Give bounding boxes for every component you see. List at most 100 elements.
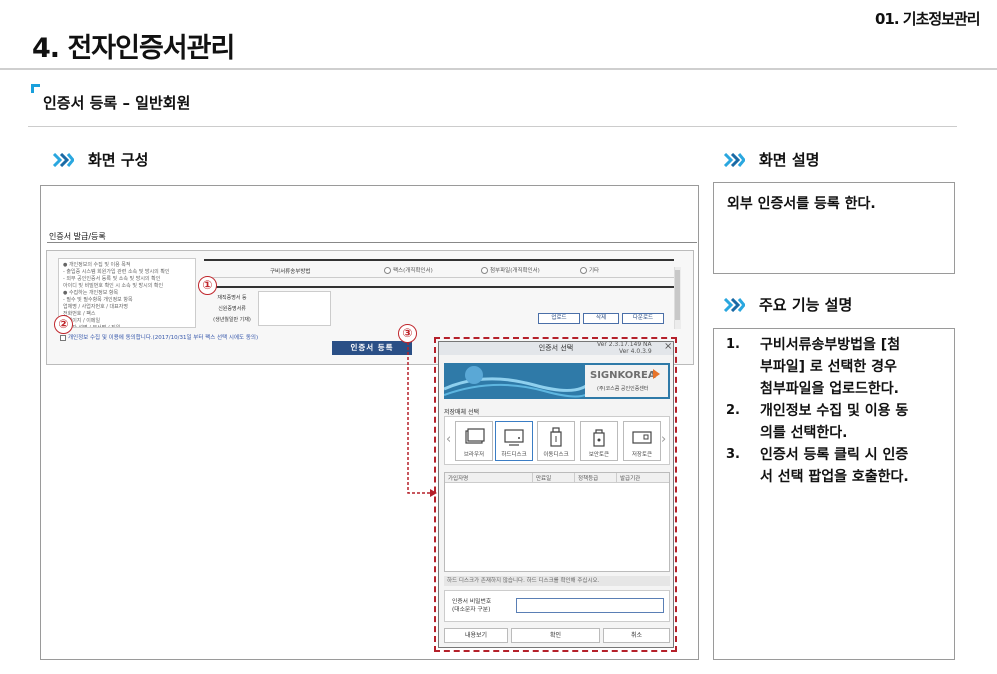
media-security-token-label: 보안토큰 xyxy=(588,452,610,458)
col-policy: 정책등급 xyxy=(578,476,599,482)
func-item-number: 3. xyxy=(726,447,740,462)
password-label: 인증서 비밀번호 (대소문자 구분) xyxy=(452,598,491,614)
consent-line: - 외부 공인인증서 등록 및 소속 및 방시의 확인 xyxy=(63,276,161,282)
callout-badge-1: ① xyxy=(198,276,217,295)
brand-subtitle: (주)코스콤 공인인증센터 xyxy=(597,386,649,392)
delete-button[interactable]: 삭제 xyxy=(583,313,619,324)
send-method-label: 구비서류송부방법 xyxy=(270,269,311,275)
screen-desc-text: 외부 인증서를 등록 한다. xyxy=(727,196,876,212)
media-usb[interactable]: 이동디스크 xyxy=(537,421,575,461)
consent-line: 아이디 및 비밀번호 확인 시 소속 및 방시의 확인 xyxy=(63,283,164,289)
func-3-line-2: 서 선택 팝업을 호출한다. xyxy=(760,469,909,485)
mock-divider xyxy=(47,242,697,243)
radio-fax-label: 팩스(개직확인서) xyxy=(393,268,433,274)
form-mid-rule xyxy=(204,286,674,288)
radio-other-label: 기타 xyxy=(589,268,600,274)
cancel-button[interactable]: 취소 xyxy=(603,628,670,643)
col-divider xyxy=(616,473,617,483)
media-hard-disk[interactable]: 하드디스크 xyxy=(495,421,533,461)
consent-line: 전화번호 / 팩스 xyxy=(63,311,96,317)
upload-doc-label-2: 신원증명서류 xyxy=(218,306,246,312)
radio-other[interactable]: 기타 xyxy=(580,266,599,274)
chevron-right-icon[interactable]: › xyxy=(661,432,666,447)
consent-textbox[interactable]: ● 개인정보의 수집 및 이용 목적 - 출입증 시스템 회원가입 관련 소속 … xyxy=(58,258,196,328)
popup-version-1: Ver 2.3.17.149 NA xyxy=(597,341,652,348)
func-3-line-1: 인증서 등록 클릭 시 인증 xyxy=(760,447,909,463)
consent-line: - 출입증 시스템 회원가입 관련 소속 및 방시의 확인 xyxy=(63,269,170,275)
form-row-rule xyxy=(204,277,674,278)
brand-arrow-icon xyxy=(653,369,660,379)
screen-desc-heading: 화면 설명 xyxy=(723,149,819,170)
page-title: 4. 전자인증서관리 xyxy=(32,33,235,64)
signkorea-logo: SIGNKOREA xyxy=(590,370,656,381)
func-2-line-2: 의를 선택한다. xyxy=(760,425,848,441)
consent-checkbox[interactable] xyxy=(60,334,66,341)
radio-other-button[interactable] xyxy=(580,267,587,274)
media-browser[interactable]: 브라우저 xyxy=(455,421,493,461)
col-expiry: 만료일 xyxy=(536,476,552,482)
func-1-line-1: 구비서류송부방법을 [첨 xyxy=(760,337,901,353)
callout-badge-2: ② xyxy=(54,315,73,334)
col-subscriber: 가입자명 xyxy=(448,476,469,482)
cert-table-header: 가입자명 만료일 정책등급 발급기관 xyxy=(445,473,669,483)
consent-line: 업체명 / 사업자번호 / 대표자명 xyxy=(63,304,128,310)
storage-token-icon xyxy=(632,431,652,444)
consent-checkbox-row[interactable]: 개인정보 수집 및 이용에 동의합니다.(2017/10/31일 부터 팩스 선… xyxy=(60,333,258,341)
func-item-text: 구비서류송부방법을 [첨 부파일] 로 선택한 경우 첨부파일을 업로드한다. xyxy=(760,334,900,400)
consent-checkbox-label: 개인정보 수집 및 이용에 동의합니다.(2017/10/31일 부터 팩스 선… xyxy=(68,335,259,341)
password-label-1: 인증서 비밀번호 xyxy=(452,599,492,605)
consent-line: - 필수 및 필수항목 개인정보 항목 xyxy=(63,297,133,303)
consent-line: ● 수집하는 개인정보 항목 xyxy=(63,290,119,296)
upload-button[interactable]: 업로드 xyxy=(538,313,580,324)
func-desc-heading-text: 주요 기능 설명 xyxy=(759,296,853,314)
func-1-line-2: 부파일] 로 선택한 경우 xyxy=(760,359,897,375)
double-chevron-icon xyxy=(723,152,745,167)
screen-layout-heading-text: 화면 구성 xyxy=(88,151,149,169)
cert-list-table[interactable] xyxy=(444,472,670,572)
form-top-rule xyxy=(204,259,674,261)
consent-line: ● 개인정보의 수집 및 이용 목적 xyxy=(63,262,131,268)
upload-doc-label: 재직증명서 등 신원증명서류 (생년월일만 기재) xyxy=(207,293,257,326)
usb-icon xyxy=(550,427,562,447)
chapter-label: 01. 기초정보관리 xyxy=(875,10,981,28)
media-hard-disk-label: 하드디스크 xyxy=(501,452,527,458)
chevron-left-icon[interactable]: ‹ xyxy=(446,432,451,447)
form-scroll-thumb[interactable] xyxy=(675,270,680,320)
download-button[interactable]: 다운로드 xyxy=(622,313,664,324)
col-issuer: 발급기관 xyxy=(620,476,641,482)
func-1-line-3: 첨부파일을 업로드한다. xyxy=(760,381,899,397)
close-icon[interactable]: × xyxy=(664,341,672,352)
func-item: 2. 개인정보 수집 및 이용 동 의를 선택한다. xyxy=(726,400,950,444)
radio-fax-button[interactable] xyxy=(384,267,391,274)
double-chevron-icon xyxy=(52,152,74,167)
media-storage-token-label: 저장토큰 xyxy=(631,452,653,458)
section-bracket-icon xyxy=(31,84,40,93)
cert-password-input[interactable] xyxy=(516,598,664,613)
confirm-button[interactable]: 확인 xyxy=(511,628,600,643)
media-usb-label: 이동디스크 xyxy=(543,452,569,458)
consent-line: 담당자 성명 / 부서명 / 직위 xyxy=(63,325,121,328)
consent-line: 홈페이지 / 이메일 xyxy=(63,318,101,324)
radio-attachment-label: 첨부파일(개직확인서) xyxy=(490,268,540,274)
cert-issue-label: 인증서 발급/등록 xyxy=(49,232,106,241)
media-select-label: 저장매체 선택 xyxy=(444,409,480,416)
func-item-text: 인증서 등록 클릭 시 인증 서 선택 팝업을 호출한다. xyxy=(760,444,909,488)
upload-file-area[interactable] xyxy=(258,291,331,326)
header-divider xyxy=(0,68,997,70)
func-desc-heading: 주요 기능 설명 xyxy=(723,294,852,315)
upload-doc-label-1: 재직증명서 등 xyxy=(217,295,247,301)
radio-attachment-button[interactable] xyxy=(481,267,488,274)
popup-status-message: 하드 디스크가 존재하지 않습니다. 하드 디스크를 확인해 주십시오. xyxy=(444,576,670,586)
media-storage-token[interactable]: 저장토큰 xyxy=(623,421,661,461)
browser-icon xyxy=(465,428,485,444)
media-security-token[interactable]: 보안토큰 xyxy=(580,421,618,461)
popup-version: Ver 2.3.17.149 NA Ver 4.0.3.9 xyxy=(597,341,652,355)
func-item-text: 개인정보 수집 및 이용 동 의를 선택한다. xyxy=(760,400,908,444)
popup-version-2: Ver 4.0.3.9 xyxy=(618,348,652,355)
password-label-2: (대소문자 구분) xyxy=(452,607,491,613)
radio-fax[interactable]: 팩스(개직확인서) xyxy=(384,266,433,274)
section-divider xyxy=(28,126,957,127)
func-2-line-1: 개인정보 수집 및 이용 동 xyxy=(760,403,909,419)
radio-attachment[interactable]: 첨부파일(개직확인서) xyxy=(481,266,540,274)
view-details-button[interactable]: 내용보기 xyxy=(444,628,508,643)
